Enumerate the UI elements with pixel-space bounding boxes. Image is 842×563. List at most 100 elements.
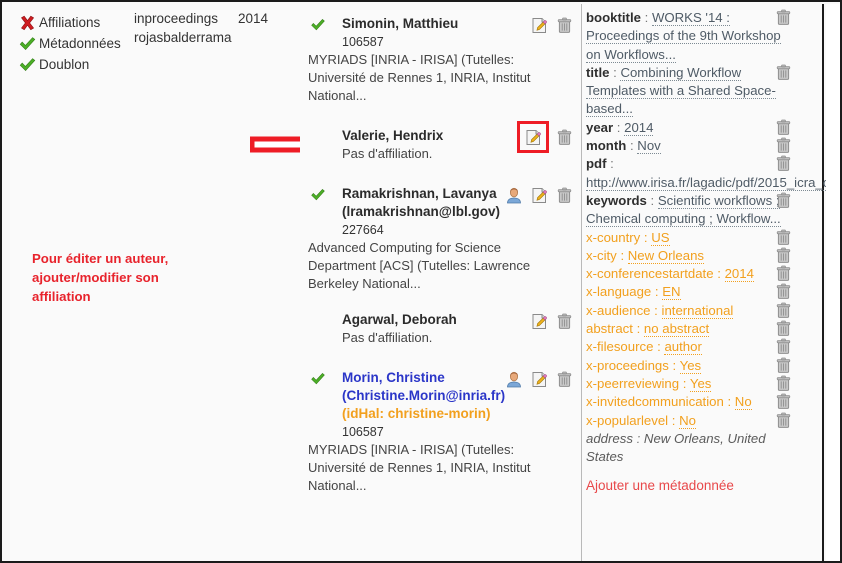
author-affiliation: MYRIADS [INRIA - IRISA] (Tutelles: Unive… — [308, 442, 531, 493]
trash-icon[interactable] — [555, 186, 573, 204]
metadata-key: abstract — [586, 321, 633, 337]
trash-icon[interactable] — [776, 247, 792, 264]
metadata-row: x-audience : international — [586, 302, 822, 320]
metadata-key: x-country — [586, 229, 641, 245]
authors-column: Simonin, Matthieu 106587 MYRIADS [INRIA … — [300, 4, 582, 561]
author-affiliation: Pas d'affiliation. — [342, 146, 433, 161]
record-year: 2014 — [238, 11, 269, 26]
metadata-row: x-invitedcommunication : No — [586, 393, 822, 411]
metadata-row: x-conferencestartdate : 2014 — [586, 265, 822, 283]
metadata-row: abstract : no abstract — [586, 320, 822, 338]
record-editor-page: Affiliations Métadonnées Doublon Pour éd… — [0, 0, 842, 563]
metadata-separator: : — [616, 247, 628, 263]
trash-icon[interactable] — [776, 119, 792, 136]
trash-icon[interactable] — [776, 283, 792, 300]
trash-icon[interactable] — [776, 302, 792, 319]
trash-icon[interactable] — [776, 320, 792, 337]
metadata-key: x-peerreviewing — [586, 375, 680, 391]
metadata-value[interactable]: no abstract — [643, 321, 710, 338]
trash-icon[interactable] — [555, 312, 573, 330]
edit-pencil-icon[interactable] — [517, 121, 549, 153]
trash-icon[interactable] — [776, 155, 792, 172]
metadata-value[interactable]: New Orleans — [627, 247, 705, 264]
trash-icon[interactable] — [776, 64, 792, 81]
metadata-value[interactable]: Nov — [637, 138, 661, 155]
author-struct-id: 106587 — [342, 35, 384, 49]
trash-icon[interactable] — [555, 16, 573, 34]
metadata-row: month : Nov — [586, 137, 822, 155]
metadata-value[interactable]: US — [651, 229, 670, 246]
metadata-value[interactable]: author — [664, 339, 702, 356]
metadata-value[interactable]: No — [679, 412, 696, 429]
author-name[interactable]: Ramakrishnan, Lavanya (lramakrishnan@lbl… — [342, 185, 503, 221]
metadata-value[interactable]: http://www.irisa.fr/lagadic/pdf/2015_icr… — [586, 174, 840, 191]
metadata-value[interactable]: EN — [662, 284, 681, 301]
person-icon[interactable] — [505, 186, 523, 204]
trash-icon[interactable] — [776, 338, 792, 355]
trash-icon[interactable] — [776, 137, 792, 154]
metadata-separator: : — [626, 138, 638, 154]
metadata-value[interactable]: international — [661, 302, 734, 319]
metadata-key: title — [586, 64, 610, 80]
flag-metadonnees[interactable]: Métadonnées — [18, 33, 122, 54]
trash-icon[interactable] — [776, 192, 792, 209]
flag-affiliations[interactable]: Affiliations — [18, 12, 122, 33]
green-check-icon — [310, 188, 326, 202]
metadata-separator: : — [668, 357, 680, 373]
trash-icon[interactable] — [776, 9, 792, 26]
author-name[interactable]: Agarwal, Deborah — [342, 311, 503, 329]
author-entry: Ramakrishnan, Lavanya (lramakrishnan@lbl… — [306, 185, 581, 293]
metadata-separator: : — [609, 64, 621, 80]
metadata-separator: : — [632, 430, 644, 446]
metadata-separator: : — [653, 339, 665, 355]
person-icon[interactable] — [505, 370, 523, 388]
trash-icon[interactable] — [776, 357, 792, 374]
metadata-key: booktitle — [586, 10, 641, 25]
metadata-key: keywords — [586, 192, 647, 208]
metadata-value[interactable]: Yes — [689, 375, 712, 392]
trash-icon[interactable] — [555, 370, 573, 388]
author-entry: Agarwal, Deborah Pas d'affiliation. — [306, 311, 581, 347]
author-header: Agarwal, Deborah — [306, 311, 581, 329]
metadata-value[interactable]: 2014 — [724, 266, 754, 283]
author-idhal: (idHal: christine-morin) — [342, 406, 491, 421]
edit-pencil-icon[interactable] — [530, 186, 548, 204]
edit-pencil-icon[interactable] — [530, 16, 548, 34]
author-entry: Morin, Christine (Christine.Morin@inria.… — [306, 369, 581, 495]
metadata-row: booktitle : WORKS '14 : Proceedings of t… — [586, 9, 822, 64]
green-check-icon — [310, 372, 326, 386]
metadata-value[interactable]: Yes — [679, 357, 702, 374]
author-name[interactable]: Valerie, Hendrix — [342, 127, 503, 145]
edit-pencil-icon[interactable] — [530, 312, 548, 330]
author-header: Morin, Christine (Christine.Morin@inria.… — [306, 369, 581, 405]
trash-icon[interactable] — [776, 229, 792, 246]
validation-flags-column: Affiliations Métadonnées Doublon Pour éd… — [4, 4, 168, 561]
metadata-separator: : — [723, 394, 735, 410]
record-summary-column: inproceedings 2014 rojasbalderrama — [122, 4, 300, 561]
edit-pencil-icon[interactable] — [530, 370, 548, 388]
trash-icon[interactable] — [776, 265, 792, 282]
trash-icon[interactable] — [776, 393, 792, 410]
metadata-row: x-country : US — [586, 229, 822, 247]
metadata-key: x-audience — [586, 302, 651, 318]
metadata-separator: : — [613, 119, 625, 135]
metadata-separator: : — [713, 266, 725, 282]
trash-icon[interactable] — [555, 128, 573, 146]
add-metadata-link[interactable]: Ajouter une métadonnée — [586, 478, 822, 493]
flag-metadonnees-label: Métadonnées — [39, 35, 121, 51]
flag-doublon[interactable]: Doublon — [18, 54, 122, 75]
author-actions — [505, 370, 573, 388]
trash-icon[interactable] — [776, 375, 792, 392]
metadata-value[interactable]: 2014 — [624, 119, 654, 136]
metadata-separator: : — [606, 156, 614, 172]
author-name[interactable]: Morin, Christine (Christine.Morin@inria.… — [342, 369, 505, 405]
metadata-row: title : Combining Workflow Templates wit… — [586, 64, 822, 119]
trash-icon[interactable] — [776, 412, 792, 429]
metadata-separator: : — [640, 229, 652, 245]
author-affiliation: Pas d'affiliation. — [342, 330, 433, 345]
author-name[interactable]: Simonin, Matthieu — [342, 15, 503, 33]
green-check-icon — [18, 36, 36, 52]
metadata-row: x-peerreviewing : Yes — [586, 375, 822, 393]
flag-doublon-label: Doublon — [39, 56, 90, 72]
metadata-value[interactable]: No — [734, 394, 752, 411]
